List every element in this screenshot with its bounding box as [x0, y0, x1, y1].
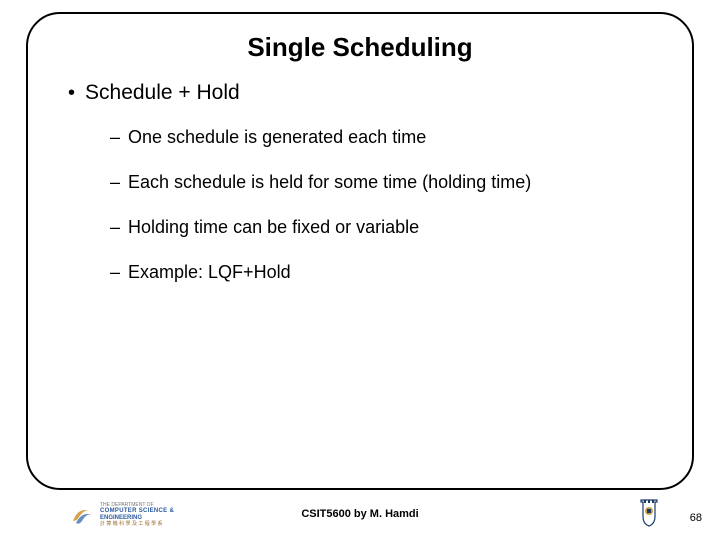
dash-icon: –	[110, 217, 120, 238]
dash-icon: –	[110, 127, 120, 148]
sub-bullet-item: – Example: LQF+Hold	[110, 262, 660, 283]
university-crest-icon	[638, 498, 660, 528]
page-number: 68	[690, 512, 702, 524]
dash-icon: –	[110, 262, 120, 283]
sub-bullet-item: – Each schedule is held for some time (h…	[110, 172, 660, 193]
dept-line4: 計 算 機 科 學 及 工 程 學 系	[100, 522, 174, 528]
sub-bullet-text: Holding time can be fixed or variable	[128, 217, 419, 238]
slide-footer: THE DEPARTMENT OF COMPUTER SCIENCE & ENG…	[0, 496, 720, 534]
slide-frame: Single Scheduling • Schedule + Hold – On…	[26, 12, 694, 490]
sub-bullet-text: Each schedule is held for some time (hol…	[128, 172, 531, 193]
sub-bullet-item: – Holding time can be fixed or variable	[110, 217, 660, 238]
sub-bullet-item: – One schedule is generated each time	[110, 127, 660, 148]
bullet-level1-text: Schedule + Hold	[85, 81, 240, 105]
sub-bullet-list: – One schedule is generated each time – …	[110, 127, 660, 283]
sub-bullet-text: Example: LQF+Hold	[128, 262, 291, 283]
course-label: CSIT5600 by M. Hamdi	[0, 508, 720, 520]
bullet-level1: • Schedule + Hold	[68, 81, 660, 105]
sub-bullet-text: One schedule is generated each time	[128, 127, 426, 148]
dash-icon: –	[110, 172, 120, 193]
slide-title: Single Scheduling	[60, 32, 660, 63]
bullet-dot-icon: •	[68, 83, 75, 103]
